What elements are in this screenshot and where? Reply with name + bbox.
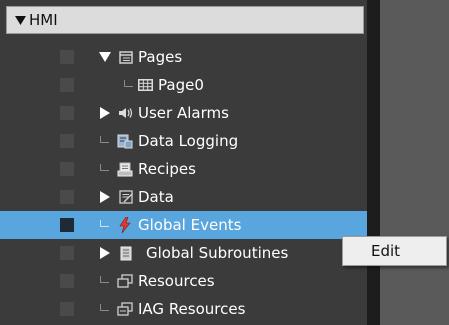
tree-item-pages[interactable]: Pages	[0, 43, 367, 71]
editor-panel	[380, 0, 449, 325]
panel-splitter[interactable]	[367, 0, 380, 325]
expand-arrow-icon[interactable]	[99, 51, 111, 63]
tree-item-iag-resources[interactable]: IAG Resources	[0, 295, 367, 323]
data-logging-icon	[117, 133, 133, 149]
tree-connector	[100, 220, 109, 227]
speaker-alarm-icon	[118, 105, 134, 121]
row-marker	[60, 78, 74, 92]
tree-root-hmi[interactable]: HMI	[6, 6, 364, 34]
row-marker	[60, 274, 74, 288]
collapse-arrow-icon[interactable]	[99, 191, 111, 203]
tree-connector	[100, 276, 109, 283]
context-menu-item-edit[interactable]: Edit	[371, 242, 400, 260]
tree-item-label: User Alarms	[138, 104, 229, 122]
tree-item-label: Data	[138, 188, 174, 206]
tree-item-label: Recipes	[138, 160, 196, 178]
tree-item-label: Global Events	[138, 216, 242, 234]
pages-folder-icon	[118, 49, 134, 65]
tree-root-label: HMI	[29, 11, 58, 29]
collapse-arrow-icon[interactable]	[99, 107, 111, 119]
tree-item-label: Resources	[138, 272, 215, 290]
iag-resources-icon	[117, 301, 133, 317]
row-marker	[60, 302, 74, 316]
tree-items: Pages Page0 User Alarms Data Logging Rec…	[0, 43, 367, 323]
tree-item-label: Pages	[138, 48, 183, 66]
data-icon	[118, 189, 134, 205]
tree-item-label: Data Logging	[138, 132, 239, 150]
row-marker	[60, 218, 74, 232]
collapse-arrow-icon[interactable]	[99, 247, 111, 259]
tree-item-recipes[interactable]: Recipes	[0, 155, 367, 183]
row-marker	[60, 106, 74, 120]
tree-item-global-events[interactable]: Global Events	[0, 211, 367, 239]
tree-connector	[100, 304, 109, 311]
recipes-icon	[117, 161, 133, 177]
context-menu: Edit	[342, 236, 447, 266]
row-marker	[60, 162, 74, 176]
tree-item-user-alarms[interactable]: User Alarms	[0, 99, 367, 127]
row-marker	[60, 190, 74, 204]
tree-item-resources[interactable]: Resources	[0, 267, 367, 295]
tree-item-label: Page0	[158, 76, 204, 94]
subroutine-icon	[118, 245, 134, 261]
expand-arrow-icon[interactable]	[15, 15, 26, 25]
tree-connector	[124, 80, 133, 87]
row-marker	[60, 50, 74, 64]
row-marker	[60, 134, 74, 148]
tree-item-global-subroutines[interactable]: Global Subroutines	[0, 239, 367, 267]
tree-item-label: Global Subroutines	[146, 244, 289, 262]
page-grid-icon	[137, 77, 153, 93]
tree-item-data[interactable]: Data	[0, 183, 367, 211]
tree-connector	[100, 136, 109, 143]
tree-connector	[100, 164, 109, 171]
resources-icon	[117, 273, 133, 289]
row-marker	[60, 246, 74, 260]
project-tree-panel: HMI Pages Page0 User Alarms Data Logging…	[0, 0, 367, 325]
tree-item-page0[interactable]: Page0	[0, 71, 367, 99]
lightning-icon	[117, 217, 133, 233]
tree-item-data-logging[interactable]: Data Logging	[0, 127, 367, 155]
tree-item-label: IAG Resources	[138, 300, 246, 318]
